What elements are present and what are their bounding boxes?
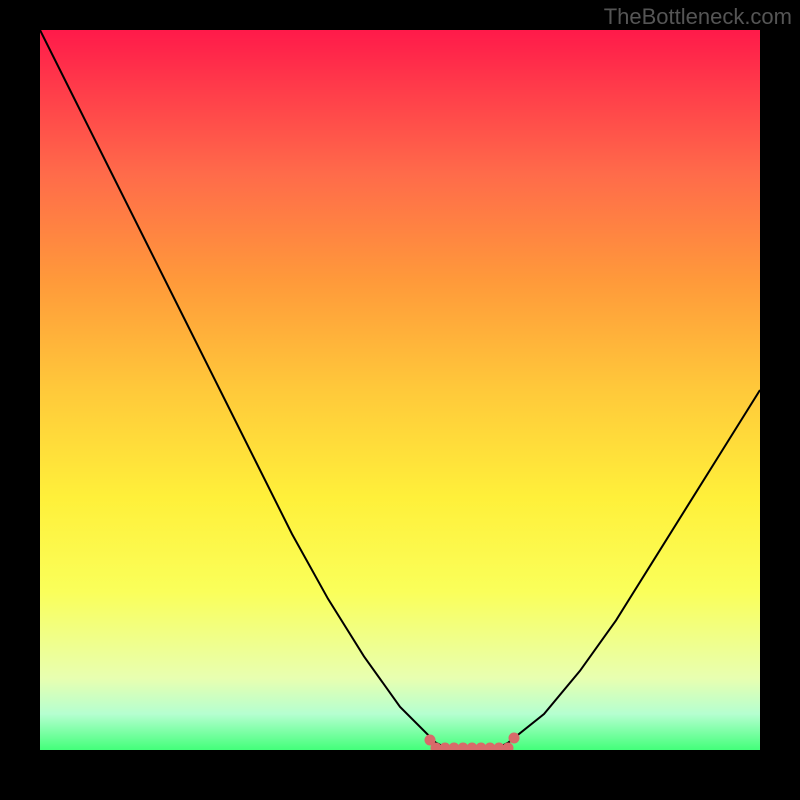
minimum-dots (425, 733, 519, 750)
chart-plot-area (40, 30, 760, 750)
watermark-text: TheBottleneck.com (604, 4, 792, 30)
chart-curve-layer (40, 30, 760, 750)
bottleneck-curve (40, 30, 760, 750)
